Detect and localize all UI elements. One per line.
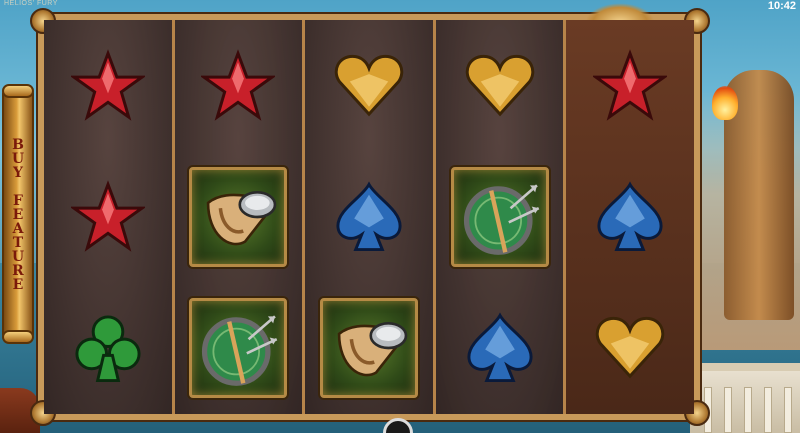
reel-3 <box>305 20 436 414</box>
reel-1 <box>44 20 175 414</box>
buy-feature-button[interactable]: BUY FEATURE <box>2 84 34 344</box>
symbol-cell <box>305 20 433 151</box>
blue-spade-icon <box>332 180 406 254</box>
red-star-icon <box>70 179 145 254</box>
gold-heart-icon <box>593 311 667 385</box>
symbol-cell <box>305 282 433 413</box>
clock: 10:42 <box>767 0 796 12</box>
symbol-cell <box>436 151 564 282</box>
symbol-cell <box>436 20 564 151</box>
reel-5 <box>566 20 694 414</box>
temple <box>690 363 800 433</box>
gold-heart-icon <box>332 49 406 123</box>
reel-grid <box>44 20 694 414</box>
drinking-horn-icon <box>319 297 418 398</box>
torch-flame-icon <box>712 86 738 120</box>
drinking-horn-icon <box>189 166 288 267</box>
symbol-cell <box>44 151 172 282</box>
reel-2 <box>174 20 306 414</box>
green-club-icon <box>71 311 145 385</box>
symbol-cell <box>175 282 303 413</box>
gold-heart-icon <box>463 49 537 123</box>
red-star-icon <box>593 48 668 123</box>
symbol-cell <box>436 282 564 413</box>
symbol-cell <box>44 282 172 413</box>
buy-feature-label: BUY FEATURE <box>10 137 26 291</box>
symbol-cell <box>175 151 303 282</box>
red-star-icon <box>70 48 145 123</box>
blue-spade-icon <box>593 180 667 254</box>
symbol-cell <box>175 20 303 151</box>
symbol-cell <box>44 20 172 151</box>
symbol-cell <box>566 151 694 282</box>
blue-spade-icon <box>463 311 537 385</box>
symbol-cell <box>305 151 433 282</box>
symbol-cell <box>566 282 694 413</box>
symbol-cell <box>566 20 694 151</box>
red-star-icon <box>201 48 276 123</box>
shield-arrow-icon <box>450 166 549 267</box>
shield-arrow-icon <box>189 297 288 398</box>
reel-4 <box>435 20 567 414</box>
game-title: HELIOS' FURY <box>4 0 58 7</box>
